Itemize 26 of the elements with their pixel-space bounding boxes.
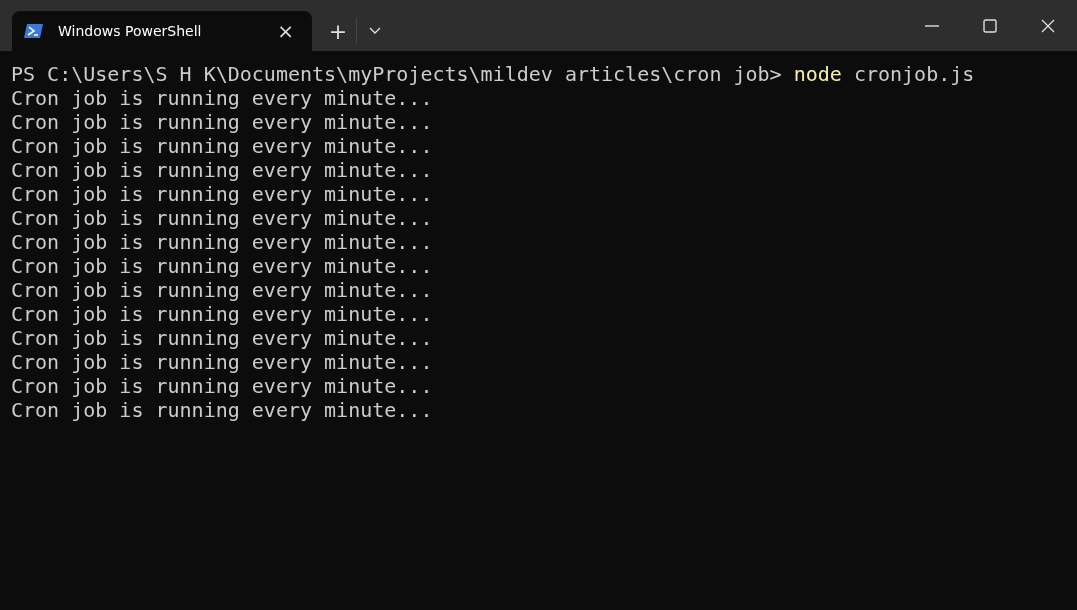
- output-line: Cron job is running every minute...: [11, 134, 434, 158]
- output-line: Cron job is running every minute...: [11, 206, 434, 230]
- powershell-icon: [24, 23, 44, 39]
- command-name: node: [793, 62, 842, 86]
- output-line: Cron job is running every minute...: [11, 374, 434, 398]
- output-line: Cron job is running every minute...: [11, 302, 434, 326]
- shell-prompt: PS C:\Users\S H K\Documents\myProjects\mildev articles\cron job>: [11, 62, 782, 86]
- output-line: Cron job is running every minute...: [11, 398, 434, 422]
- output-line: Cron job is running every minute...: [11, 350, 434, 374]
- output-line: Cron job is running every minute...: [11, 86, 434, 110]
- output-line: Cron job is running every minute...: [11, 254, 434, 278]
- tab-title: Windows PowerShell: [58, 23, 203, 39]
- output-line: Cron job is running every minute...: [11, 110, 434, 134]
- close-icon: [1041, 18, 1055, 33]
- output-line: Cron job is running every minute...: [11, 182, 434, 206]
- output-line: Cron job is running every minute...: [11, 158, 434, 182]
- output-line: Cron job is running every minute...: [11, 230, 434, 254]
- command-argument: cronjob.js: [853, 62, 975, 86]
- maximize-icon: [983, 18, 997, 33]
- minimize-icon: [925, 24, 939, 27]
- output-line: Cron job is running every minute...: [11, 278, 434, 302]
- output-line: Cron job is running every minute...: [11, 326, 434, 350]
- chevron-down-icon: [369, 27, 381, 35]
- terminal-tab[interactable]: Windows PowerShell ×: [12, 11, 312, 51]
- new-tab-button[interactable]: +: [320, 11, 356, 51]
- tab-close-button[interactable]: ×: [273, 19, 298, 43]
